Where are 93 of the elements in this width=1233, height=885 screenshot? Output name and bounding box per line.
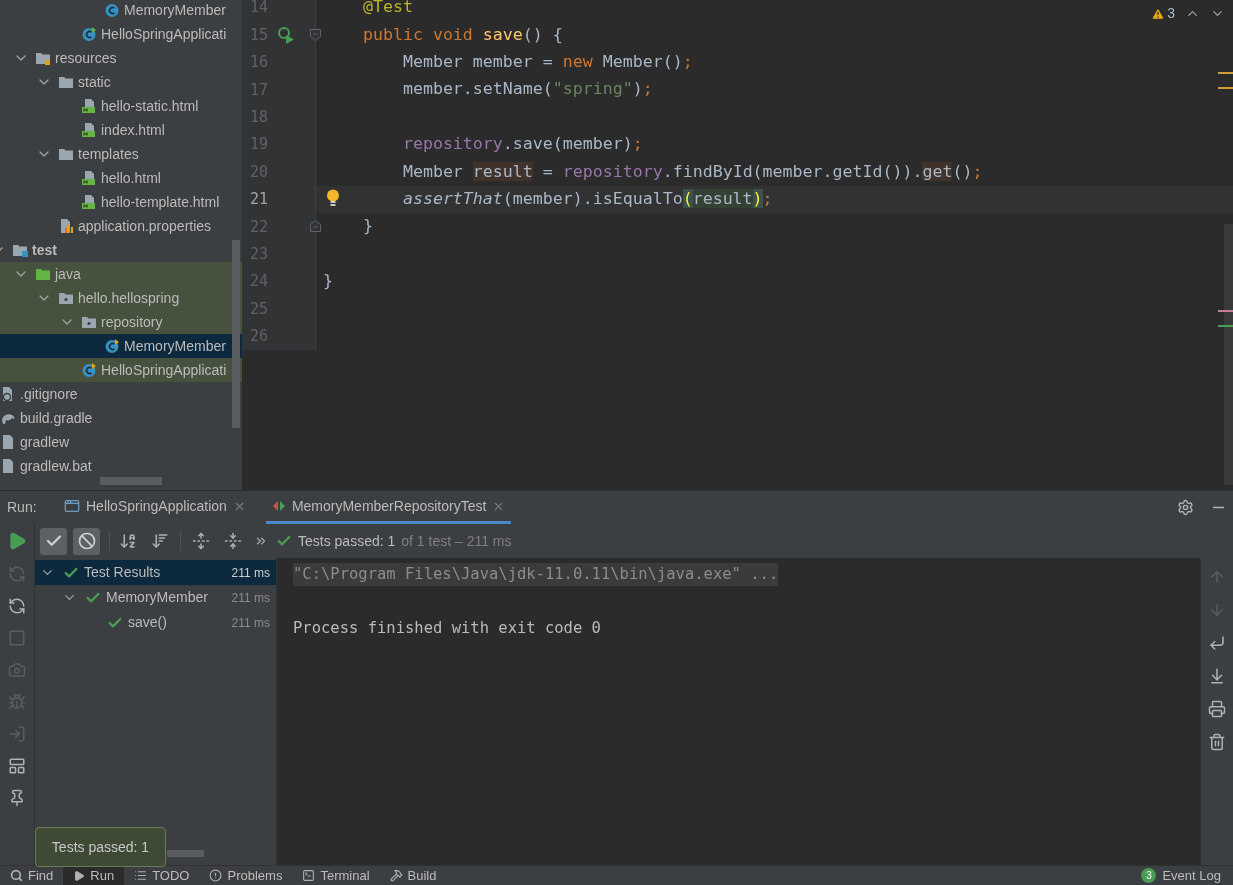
print-icon[interactable] [1208, 700, 1226, 718]
trash-icon[interactable] [1208, 733, 1226, 751]
tests-status: Tests passed: 1 [298, 531, 396, 551]
tests-detail: of 1 test – 211 ms [401, 531, 512, 551]
list-icon [134, 869, 148, 882]
warning-marker[interactable] [1218, 72, 1233, 74]
tree-item[interactable]: MemoryMember [0, 334, 242, 358]
layout-icon[interactable] [8, 757, 26, 775]
app-icon [64, 498, 80, 514]
html-file-icon [81, 170, 97, 186]
fold-icon[interactable] [310, 29, 321, 42]
tree-item[interactable]: HelloSpringApplicati [0, 358, 242, 382]
terminal-icon [302, 869, 316, 882]
pin-icon[interactable] [8, 789, 26, 807]
code-line: public void save() { [361, 23, 563, 46]
tool-window-button[interactable]: Run [63, 865, 125, 885]
console-line: Process finished with exit code 0 [293, 617, 601, 639]
notification-badge: 3 [1141, 868, 1157, 883]
class-icon [81, 362, 97, 378]
html-file-icon [81, 122, 97, 138]
class-icon [104, 2, 120, 18]
code-line: @Test [361, 0, 413, 19]
hammer-icon [389, 869, 403, 882]
warning-icon [1151, 6, 1166, 21]
lightbulb-icon[interactable] [326, 188, 340, 207]
properties-file-icon [58, 218, 74, 234]
code-line: repository.save(member); [401, 133, 643, 156]
scroll-to-end-icon[interactable] [1208, 667, 1226, 685]
warning-marker[interactable] [1218, 87, 1233, 89]
file-icon [0, 458, 16, 474]
folder-icon [35, 50, 51, 66]
scrollbar[interactable] [100, 477, 162, 485]
test-result-item[interactable]: MemoryMember 211 ms [35, 585, 276, 610]
event-log-button[interactable]: 3 Event Log [1141, 865, 1233, 885]
tool-window-button[interactable]: Terminal [292, 865, 380, 885]
run-tab[interactable]: HelloSpringApplication [58, 491, 252, 524]
code-line: Member result = repository.findById(member.getId()).get(); [401, 160, 983, 183]
tool-window-button[interactable]: Find [0, 865, 64, 885]
tool-window-button[interactable]: Build [379, 865, 447, 885]
folder-icon [35, 266, 51, 282]
class-icon [104, 338, 120, 354]
code-line: } [323, 270, 333, 293]
ban-icon [77, 532, 96, 550]
expand-all-icon[interactable] [192, 532, 210, 550]
panel-label: Run: [6, 498, 38, 517]
run-icon[interactable] [7, 531, 27, 551]
search-icon [10, 869, 23, 882]
warnings-indicator[interactable]: 3 [1151, 3, 1175, 24]
scrollbar[interactable] [167, 850, 204, 857]
toggle-auto-test-icon[interactable] [8, 597, 26, 615]
code-line: Member member = new Member(); [401, 51, 693, 74]
tool-window-button[interactable]: Problems [199, 865, 293, 885]
warning-count: 3 [1167, 4, 1175, 23]
class-icon [81, 26, 97, 42]
soft-wrap-icon[interactable] [1208, 634, 1226, 652]
filter-toggle[interactable] [73, 527, 100, 555]
more-icon[interactable] [254, 534, 268, 548]
test-result-item[interactable]: Test Results 211 ms [35, 560, 276, 585]
settings-icon[interactable] [1177, 499, 1194, 516]
tree-item[interactable]: java [0, 262, 242, 286]
play-icon [73, 869, 86, 882]
filter-toggle[interactable] [40, 527, 67, 555]
file-icon [0, 434, 16, 450]
tooltip: Tests passed: 1 [35, 827, 166, 867]
test-icon [271, 499, 286, 513]
tool-window-button[interactable]: TODO [124, 865, 200, 885]
scrollbar[interactable] [1224, 224, 1233, 485]
duration: 211 ms [231, 614, 271, 632]
line-number: 21 [248, 189, 268, 211]
code-line: assertThat(member).isEqualTo(result); [401, 187, 773, 210]
folder-icon [12, 242, 28, 258]
tree-item[interactable]: repository [0, 310, 242, 334]
collapse-all-icon[interactable] [224, 532, 242, 550]
fold-icon[interactable] [310, 220, 321, 233]
sort-duration-icon[interactable] [151, 532, 169, 550]
duration: 211 ms [231, 564, 271, 582]
code-line: member.setName("spring"); [401, 78, 653, 101]
html-file-icon [81, 194, 97, 210]
test-result-item[interactable]: save() 211 ms [35, 610, 276, 635]
code-line: } [361, 215, 373, 238]
tree-item[interactable]: hello.hellospring [0, 286, 242, 310]
run-test-icon[interactable] [277, 26, 295, 45]
folder-icon [58, 290, 74, 306]
folder-icon [58, 146, 74, 162]
change-marker[interactable] [1218, 310, 1233, 312]
change-marker[interactable] [1218, 325, 1233, 327]
alert-icon [209, 869, 223, 882]
folder-icon [58, 74, 74, 90]
duration: 211 ms [231, 589, 271, 607]
html-file-icon [81, 98, 97, 114]
folder-icon [81, 314, 97, 330]
scrollbar[interactable] [232, 240, 240, 428]
sort-alphabetical-icon[interactable] [119, 532, 137, 550]
